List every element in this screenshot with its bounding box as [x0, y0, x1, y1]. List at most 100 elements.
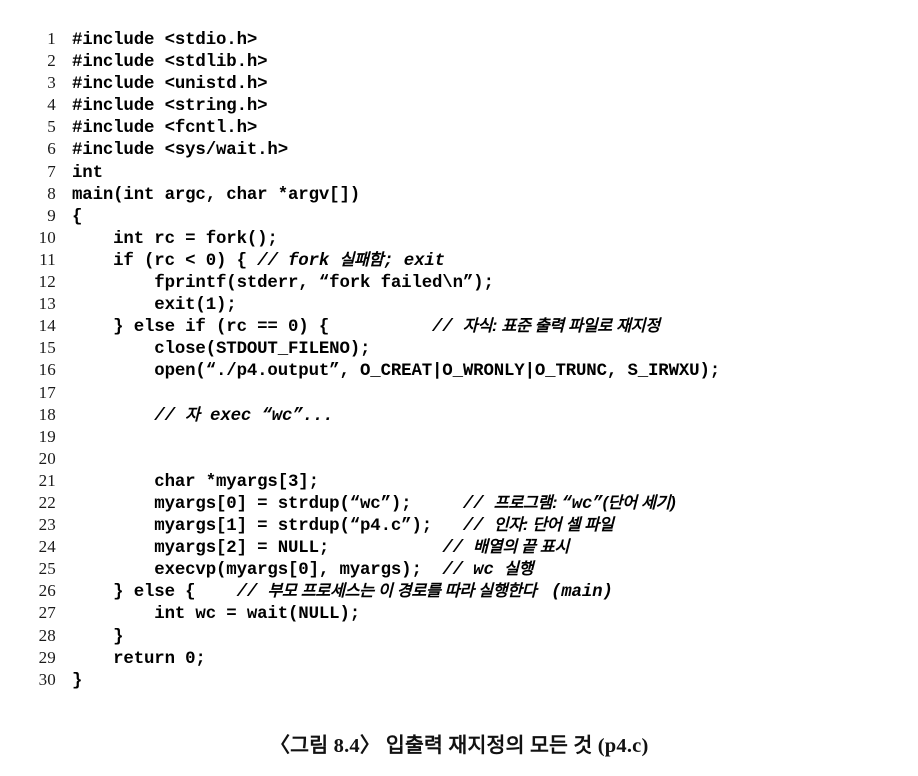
line-number: 4	[47, 95, 56, 115]
comment-hangul: 배열의 끝 표시	[473, 538, 570, 557]
code-line: 27 int wc = wait(NULL);	[22, 602, 912, 624]
code-text: int rc = fork();	[56, 229, 912, 251]
comment-latin: ; exit	[383, 251, 445, 271]
code-line: 9{	[22, 205, 912, 227]
code-figure: 1 #include <stdio.h> 2 #include <stdlib.h> 3…	[0, 0, 918, 776]
comment-hangul: 부모 프로세스는 이 경로를 따라 실행한다	[267, 582, 541, 601]
code-line: 7 int	[22, 161, 912, 183]
code-source: close(STDOUT_FILENO);	[72, 340, 371, 360]
line-number: 2	[47, 51, 56, 71]
code-line: 29 return 0;	[22, 647, 912, 669]
code-source: } else {	[72, 583, 237, 603]
line-number: 30	[38, 669, 56, 689]
line-number: 29	[38, 647, 56, 667]
code-text: } else { // 부모 프로세스는 이 경로를 따라 실행한다 (main…	[56, 580, 912, 604]
line-number: 1	[47, 29, 56, 48]
code-text: #include <sys/wait.h>	[56, 140, 912, 162]
code-source: #include <sys/wait.h>	[72, 141, 289, 161]
code-source: #include <stdlib.h>	[72, 53, 268, 73]
code-line: 20	[22, 448, 912, 470]
code-line: 4 #include <string.h>	[22, 94, 912, 116]
code-text: return 0;	[56, 649, 912, 671]
comment-latin: //	[462, 517, 494, 537]
code-source: myargs[2] = NULL;	[72, 539, 443, 559]
code-source: char *myargs[3];	[72, 472, 319, 492]
code-text: }	[56, 671, 912, 693]
code-text: fprintf(stderr, “fork failed\n”);	[56, 273, 912, 295]
code-text: main(int argc, char *argv[])	[56, 185, 912, 207]
line-number: 13	[38, 294, 56, 314]
code-line: 26 } else { // 부모 프로세스는 이 경로를 따라 실행한다 (m…	[22, 580, 912, 602]
line-number: 17	[38, 382, 56, 402]
line-number: 6	[47, 139, 56, 159]
line-number: 8	[47, 183, 56, 203]
line-number: 12	[38, 272, 56, 292]
line-number: 21	[38, 470, 56, 490]
code-source: } else if (rc == 0) {	[72, 318, 433, 338]
code-line: 17	[22, 382, 912, 404]
comment-latin: //	[432, 318, 463, 338]
line-number: 19	[38, 426, 56, 446]
line-number: 18	[38, 404, 56, 424]
code-text: }	[56, 627, 912, 649]
code-text: int wc = wait(NULL);	[56, 604, 912, 626]
code-text: #include <stdlib.h>	[56, 52, 912, 74]
code-line: 6 #include <sys/wait.h>	[22, 138, 912, 160]
code-source: int rc = fork();	[72, 229, 278, 249]
code-text: exit(1);	[56, 295, 912, 317]
code-line: 13 exit(1);	[22, 293, 912, 315]
code-text: execvp(myargs[0], myargs); // wc 실행	[56, 558, 912, 582]
line-number: 11	[39, 249, 56, 269]
comment-latin: // fork	[257, 251, 340, 271]
code-source: if (rc < 0) {	[72, 251, 258, 271]
code-source: fprintf(stderr, “fork failed\n”);	[72, 274, 494, 294]
code-source: #include <stdio.h>	[72, 31, 258, 50]
line-number: 22	[38, 492, 56, 512]
line-number: 15	[38, 338, 56, 358]
code-source: #include <unistd.h>	[72, 75, 268, 95]
code-line: 12 fprintf(stderr, “fork failed\n”);	[22, 271, 912, 293]
code-line: 24 myargs[2] = NULL; // 배열의 끝 표시	[22, 536, 912, 558]
line-number: 24	[38, 537, 56, 557]
code-line: 11 if (rc < 0) { // fork 실패함; exit	[22, 249, 912, 271]
comment-hangul: 인자: 단어 셀 파일	[493, 516, 614, 535]
code-text: #include <fcntl.h>	[56, 118, 912, 140]
line-number: 3	[47, 73, 56, 93]
code-source: int wc = wait(NULL);	[72, 605, 361, 625]
code-source: }	[72, 627, 124, 647]
code-text: close(STDOUT_FILENO);	[56, 339, 912, 361]
code-line: 16 open(“./p4.output”, O_CREAT|O_WRONLY|…	[22, 359, 912, 381]
code-line: 25 execvp(myargs[0], myargs); // wc 실행	[22, 558, 912, 580]
comment-latin: // wc	[442, 561, 505, 581]
line-number: 14	[38, 316, 56, 336]
code-line: 3 #include <unistd.h>	[22, 72, 912, 94]
code-source: int	[72, 163, 103, 183]
code-source: open(“./p4.output”, O_CREAT|O_WRONLY|O_T…	[72, 362, 721, 382]
code-line: 1 #include <stdio.h>	[22, 28, 912, 50]
comment-hangul: 실행	[504, 560, 534, 579]
line-number: 9	[47, 205, 56, 225]
code-source: myargs[1] = strdup(“p4.c”);	[72, 517, 463, 537]
code-source: return 0;	[72, 649, 206, 669]
line-number: 25	[38, 559, 56, 579]
code-line: 10 int rc = fork();	[22, 227, 912, 249]
code-source: }	[72, 671, 83, 691]
line-number: 28	[38, 625, 56, 645]
code-text: } else if (rc == 0) { // 자식: 표준 출력 파일로 재…	[56, 315, 912, 339]
line-number: 23	[38, 515, 56, 535]
comment-latin: //	[442, 539, 474, 559]
code-text: int	[56, 163, 912, 185]
code-text: #include <unistd.h>	[56, 74, 912, 96]
comment-latin: //	[462, 494, 494, 514]
code-line: 5 #include <fcntl.h>	[22, 116, 912, 138]
code-line: 14 } else if (rc == 0) { // 자식: 표준 출력 파일…	[22, 315, 912, 337]
line-number: 20	[38, 448, 56, 468]
code-text: myargs[1] = strdup(“p4.c”); // 인자: 단어 셀 …	[56, 514, 912, 538]
code-source: #include <string.h>	[72, 97, 268, 117]
code-line: 18 // 자 exec “wc”...	[22, 404, 912, 426]
code-source: execvp(myargs[0], myargs);	[72, 561, 443, 581]
code-listing: 1 #include <stdio.h> 2 #include <stdlib.h> 3…	[22, 28, 912, 691]
code-text: {	[56, 207, 912, 229]
line-number: 26	[38, 581, 56, 601]
code-line: 15 close(STDOUT_FILENO);	[22, 337, 912, 359]
